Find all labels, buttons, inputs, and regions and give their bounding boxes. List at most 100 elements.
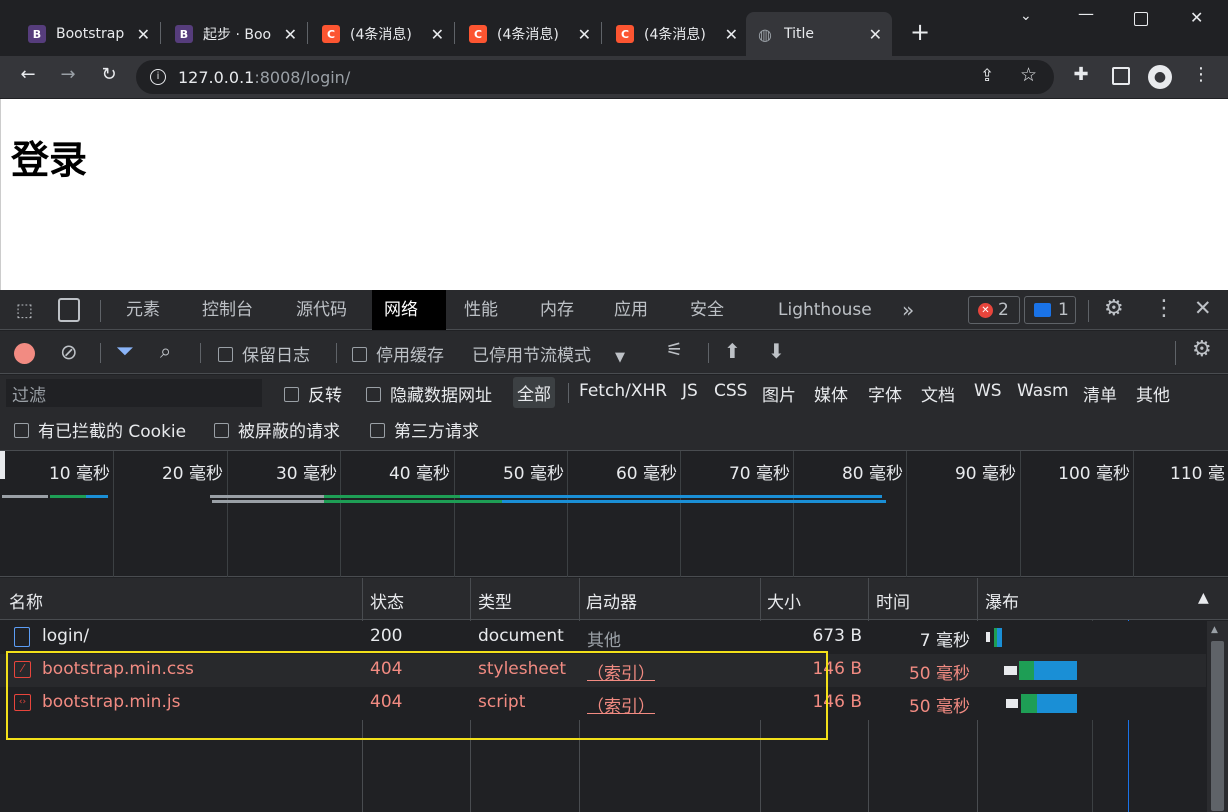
column-header-initiator[interactable]: 启动器 — [586, 588, 637, 613]
devtools-tab-network[interactable]: 网络 — [372, 290, 446, 330]
address-bar[interactable]: i 127.0.0.1:8008/login/ ⇪ ☆ — [136, 60, 1054, 94]
close-tab-icon[interactable]: ✕ — [869, 25, 882, 44]
devtools-tab-lighthouse[interactable]: Lighthouse — [766, 290, 884, 330]
tab-search-icon[interactable]: ⌄ — [1020, 8, 1032, 24]
export-har-icon[interactable]: ⬇ — [768, 339, 785, 363]
column-header-size[interactable]: 大小 — [767, 588, 801, 613]
timeline-tick: 60 毫秒 — [615, 464, 677, 484]
type-filter-fetch[interactable]: Fetch/XHR — [579, 381, 667, 401]
type-filter-img[interactable]: 图片 — [762, 381, 796, 406]
blocked-cookies-checkbox[interactable]: 有已拦截的 Cookie — [14, 417, 186, 442]
blocked-requests-checkbox[interactable]: 被屏蔽的请求 — [214, 417, 340, 442]
devtools-menu-icon[interactable]: ⋮ — [1153, 296, 1175, 321]
browser-tab[interactable]: C (4条消息) ✕ — [606, 14, 748, 54]
browser-tab[interactable]: C (4条消息) ✕ — [459, 14, 601, 54]
network-conditions-icon[interactable]: ⚟ — [666, 339, 683, 361]
device-toolbar-icon[interactable] — [58, 298, 80, 322]
close-devtools-icon[interactable]: ✕ — [1194, 296, 1212, 320]
extensions-icon[interactable]: ✚ — [1068, 64, 1094, 85]
browser-tab[interactable]: B 起步 · Boo ✕ — [165, 14, 307, 54]
overview-drag-handle[interactable] — [0, 451, 5, 479]
more-tabs-icon[interactable]: » — [890, 290, 926, 330]
sort-ascending-icon[interactable]: ▲ — [1198, 590, 1209, 606]
type-filter-manifest[interactable]: 清单 — [1083, 381, 1117, 406]
devtools-tab-performance[interactable]: 性能 — [452, 290, 510, 330]
close-tab-icon[interactable]: ✕ — [431, 25, 444, 44]
disable-cache-checkbox[interactable]: 停用缓存 — [352, 341, 444, 366]
new-tab-icon[interactable]: + — [910, 18, 930, 46]
type-filter-ws[interactable]: WS — [974, 381, 1002, 401]
close-tab-icon[interactable]: ✕ — [284, 25, 297, 44]
url-path: :8008/login/ — [254, 67, 351, 87]
site-info-icon[interactable]: i — [150, 69, 166, 85]
type-filter-media[interactable]: 媒体 — [814, 381, 848, 406]
devtools-tab-sources[interactable]: 源代码 — [284, 290, 359, 330]
devtools-tab-console[interactable]: 控制台 — [190, 290, 265, 330]
scrollbar-thumb[interactable] — [1211, 641, 1224, 811]
inspect-element-icon[interactable]: ⬚ — [16, 300, 33, 321]
page-viewport: 登录 — [0, 99, 1228, 290]
browser-tab[interactable]: B Bootstrap ✕ — [18, 14, 160, 54]
filter-input[interactable]: 过滤 — [6, 379, 262, 407]
filter-placeholder: 过滤 — [12, 385, 46, 406]
table-row[interactable]: login/ 200 document 其他 673 B 7 毫秒 — [0, 621, 1206, 654]
filter-funnel-icon[interactable]: ⏷ — [116, 339, 134, 364]
devtools-tab-elements[interactable]: 元素 — [114, 290, 172, 330]
devtools-tab-application[interactable]: 应用 — [602, 290, 660, 330]
preserve-log-checkbox[interactable]: 保留日志 — [218, 341, 310, 366]
close-tab-icon[interactable]: ✕ — [137, 25, 150, 44]
share-icon[interactable]: ⇪ — [980, 66, 994, 86]
devtools-tab-security[interactable]: 安全 — [678, 290, 736, 330]
scroll-up-icon[interactable]: ▲ — [1211, 625, 1218, 635]
search-icon[interactable]: ⌕ — [160, 339, 171, 363]
back-icon[interactable]: ← — [15, 64, 41, 85]
type-filter-font[interactable]: 字体 — [868, 381, 902, 406]
type-filter-doc[interactable]: 文档 — [921, 381, 955, 406]
menu-kebab-icon[interactable]: ⋮ — [1188, 64, 1214, 85]
column-header-type[interactable]: 类型 — [478, 588, 512, 613]
hide-data-urls-checkbox[interactable]: 隐藏数据网址 — [366, 381, 492, 406]
third-party-checkbox[interactable]: 第三方请求 — [370, 417, 479, 442]
divider — [1175, 341, 1176, 365]
invert-checkbox[interactable]: 反转 — [284, 381, 342, 406]
browser-tab-active[interactable]: ◍ Title ✕ — [746, 12, 892, 56]
type-filter-wasm[interactable]: Wasm — [1017, 381, 1069, 401]
message-counter[interactable]: 1 — [1024, 296, 1076, 324]
minimize-icon[interactable]: — — [1078, 4, 1094, 23]
network-overview[interactable]: 10 毫秒 20 毫秒 30 毫秒 40 毫秒 50 毫秒 60 毫秒 70 毫… — [0, 451, 1228, 577]
close-window-icon[interactable]: ✕ — [1190, 8, 1203, 27]
side-panel-icon[interactable] — [1112, 67, 1130, 85]
waterfall-bar-queue — [1006, 699, 1018, 708]
column-header-waterfall[interactable]: 瀑布 — [985, 588, 1019, 613]
devtools-tab-memory[interactable]: 内存 — [528, 290, 586, 330]
browser-tab[interactable]: C (4条消息) ✕ — [312, 14, 454, 54]
forward-icon[interactable]: → — [55, 64, 81, 85]
settings-gear-icon[interactable]: ⚙ — [1104, 296, 1124, 321]
table-scrollbar[interactable]: ▲ — [1207, 621, 1228, 812]
browser-toolbar: ← → ↻ i 127.0.0.1:8008/login/ ⇪ ☆ ✚ ● ⋮ — [0, 56, 1228, 98]
profile-avatar-icon[interactable]: ● — [1148, 65, 1172, 89]
close-tab-icon[interactable]: ✕ — [725, 25, 738, 44]
bookmark-star-icon[interactable]: ☆ — [1020, 64, 1037, 86]
network-settings-gear-icon[interactable]: ⚙ — [1192, 337, 1212, 362]
overview-bar-ttfb — [324, 500, 502, 503]
column-header-name[interactable]: 名称 — [9, 588, 43, 613]
reload-icon[interactable]: ↻ — [96, 64, 122, 85]
close-tab-icon[interactable]: ✕ — [578, 25, 591, 44]
highlight-box — [6, 651, 828, 740]
record-icon[interactable] — [14, 343, 35, 364]
import-har-icon[interactable]: ⬆ — [724, 339, 741, 363]
maximize-icon[interactable] — [1134, 12, 1148, 26]
column-header-time[interactable]: 时间 — [876, 588, 910, 613]
type-filter-all[interactable]: 全部 — [513, 377, 555, 408]
type-filter-css[interactable]: CSS — [714, 381, 747, 401]
type-filter-other[interactable]: 其他 — [1136, 381, 1170, 406]
timeline-tick: 110 毫 — [1170, 464, 1225, 484]
error-counter[interactable]: ✕ 2 — [968, 296, 1020, 324]
hide-data-urls-label: 隐藏数据网址 — [390, 386, 492, 406]
type-filter-js[interactable]: JS — [682, 381, 698, 401]
column-header-status[interactable]: 状态 — [370, 588, 404, 613]
grid-line — [567, 451, 568, 577]
throttle-select[interactable]: 已停用节流模式 ▼ — [472, 341, 625, 366]
clear-icon[interactable]: ⊘ — [60, 340, 78, 364]
